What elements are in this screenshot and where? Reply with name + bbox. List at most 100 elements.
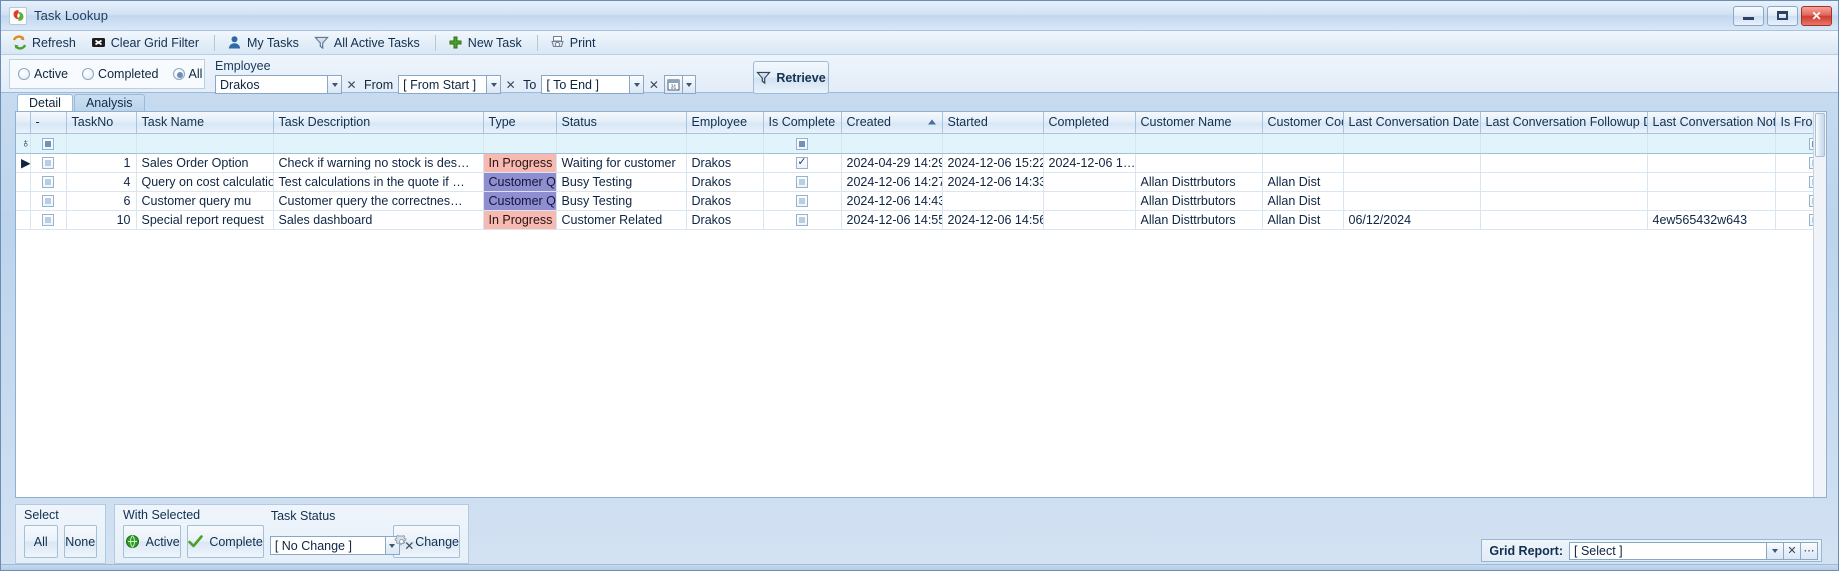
grid-header-rowcur[interactable]: [16, 112, 31, 134]
filter-cell-lastconvdate[interactable]: [1343, 133, 1481, 154]
cell-iscomplete-checkbox[interactable]: [796, 214, 808, 227]
grid-header-custcode[interactable]: Customer Code: [1262, 112, 1344, 134]
grid-header-started[interactable]: Started: [942, 112, 1044, 134]
filter-cell-taskdesc[interactable]: [273, 133, 484, 154]
grid-scrollbar-thumb[interactable]: [1815, 113, 1825, 157]
filter-cell-taskno[interactable]: [66, 133, 137, 154]
filter-checkbox-iscomplete[interactable]: [763, 133, 842, 154]
set-complete-button[interactable]: Complete: [187, 525, 264, 558]
table-row[interactable]: 4 Query on cost calculation Test calculati…: [16, 172, 1826, 192]
cell-iscomplete[interactable]: [763, 172, 842, 192]
radio-all[interactable]: All: [172, 67, 202, 81]
grid-header-lastconvnote[interactable]: Last Conversation Note: [1647, 112, 1776, 134]
toolbar-refresh[interactable]: Refresh: [7, 32, 84, 53]
calendar-icon[interactable]: 31: [664, 75, 684, 94]
set-active-button[interactable]: Active: [123, 525, 182, 558]
employee-input[interactable]: Drakos: [215, 75, 328, 94]
row-select-checkbox[interactable]: [30, 191, 67, 211]
filter-checkbox-sel[interactable]: [30, 133, 67, 154]
task-status-input[interactable]: [ No Change ]: [269, 536, 386, 555]
grid-header-lastconvfollow[interactable]: Last Conversation Followup Date: [1480, 112, 1648, 134]
filter-checkbox-iscomplete-box[interactable]: [796, 137, 808, 150]
employee-dropdown-button[interactable]: [328, 75, 342, 94]
tab-detail[interactable]: Detail: [17, 94, 73, 111]
filter-checkbox-sel-box[interactable]: [42, 137, 54, 150]
grid-header-taskdesc[interactable]: Task Description: [273, 112, 484, 134]
with-selected-caption: With Selected: [123, 508, 201, 522]
toolbar-clear-grid-filter[interactable]: Clear Grid Filter: [86, 32, 207, 53]
retrieve-button[interactable]: Retrieve: [753, 61, 829, 94]
filter-cell-status[interactable]: [556, 133, 687, 154]
filter-cell-lastconvnote[interactable]: [1647, 133, 1776, 154]
filter-cell-employee[interactable]: [686, 133, 764, 154]
grid-header-type[interactable]: Type: [483, 112, 557, 134]
cell-text-created: 2024-12-06 14:43: [846, 193, 942, 208]
maximize-button[interactable]: [1767, 5, 1798, 26]
to-date-clear-button[interactable]: ✕: [646, 75, 661, 94]
from-date-dropdown-button[interactable]: [487, 75, 502, 94]
row-select-checkbox[interactable]: [30, 153, 67, 173]
table-row[interactable]: 10 Special report request Sales dashboard I…: [16, 210, 1826, 230]
filter-cell-custname[interactable]: [1135, 133, 1263, 154]
toolbar-print[interactable]: Print: [545, 32, 604, 53]
grid-header-lastconvdate[interactable]: Last Conversation Date: [1343, 112, 1481, 134]
grid-header-label-sel: -: [35, 115, 40, 130]
grid-header-iscomplete[interactable]: Is Complete: [763, 112, 842, 134]
from-date-input[interactable]: [ From Start ]: [398, 75, 488, 94]
close-button[interactable]: ✕: [1801, 5, 1832, 26]
status-radio-group: Active Completed All: [9, 59, 205, 89]
row-select-checkbox-box[interactable]: [42, 176, 54, 189]
grid-header-completed[interactable]: Completed: [1043, 112, 1136, 134]
calendar-dropdown-button[interactable]: [683, 75, 697, 94]
radio-active[interactable]: Active: [18, 67, 68, 81]
filter-cell-completed[interactable]: [1043, 133, 1136, 154]
select-all-button[interactable]: All: [24, 525, 58, 558]
toolbar-separator-3: [536, 34, 538, 51]
employee-clear-button[interactable]: ✕: [344, 75, 359, 94]
grid-report-dropdown-button[interactable]: [1767, 541, 1784, 560]
toolbar-all-active-tasks[interactable]: All Active Tasks: [309, 32, 428, 53]
row-select-checkbox-box[interactable]: [42, 195, 54, 208]
grid-report-input[interactable]: [ Select ]: [1569, 541, 1767, 560]
toolbar-new-task[interactable]: New Task: [443, 32, 530, 53]
cell-iscomplete[interactable]: [763, 210, 842, 230]
table-row[interactable]: 6 Customer query mu Customer query the cor…: [16, 191, 1826, 211]
row-select-checkbox-box[interactable]: [42, 214, 54, 227]
tab-analysis[interactable]: Analysis: [73, 94, 145, 111]
cell-iscomplete-checkbox[interactable]: [796, 176, 808, 189]
grid-header-created[interactable]: Created: [841, 112, 943, 134]
row-select-checkbox-box[interactable]: [42, 157, 54, 170]
cell-iscomplete-checkbox[interactable]: [796, 195, 808, 208]
grid-header-sel[interactable]: -: [30, 112, 67, 134]
toolbar-my-tasks[interactable]: My Tasks: [222, 32, 307, 53]
select-none-button[interactable]: None: [63, 525, 97, 558]
row-indicator: ▶: [16, 153, 31, 173]
grid-header-employee[interactable]: Employee: [686, 112, 764, 134]
cell-iscomplete-checkbox[interactable]: [796, 155, 808, 170]
row-select-checkbox[interactable]: [30, 210, 67, 230]
filter-cell-created[interactable]: [841, 133, 943, 154]
grid-header-custname[interactable]: Customer Name: [1135, 112, 1263, 134]
from-date-clear-button[interactable]: ✕: [503, 75, 518, 94]
filter-cell-lastconvfollow[interactable]: [1480, 133, 1648, 154]
row-select-checkbox[interactable]: [30, 172, 67, 192]
filter-cell-taskname[interactable]: [136, 133, 274, 154]
grid-report-clear-button[interactable]: ✕: [1784, 541, 1801, 560]
grid-vertical-scrollbar[interactable]: [1813, 112, 1826, 497]
filter-cell-custcode[interactable]: [1262, 133, 1344, 154]
cell-iscomplete[interactable]: [763, 153, 842, 173]
filter-cell-started[interactable]: [942, 133, 1044, 154]
cell-iscomplete[interactable]: [763, 191, 842, 211]
grid-report-more-button[interactable]: ⋯: [1801, 541, 1818, 560]
filter-cell-type[interactable]: [483, 133, 557, 154]
to-date-dropdown-button[interactable]: [630, 75, 645, 94]
table-row[interactable]: ▶ 1 Sales Order Option Check if warning no …: [16, 153, 1826, 173]
minimize-button[interactable]: [1733, 5, 1764, 26]
to-date-input[interactable]: [ To End ]: [541, 75, 631, 94]
status-badge: Customer Q…: [483, 172, 555, 190]
grid-header-status[interactable]: Status: [556, 112, 687, 134]
radio-completed[interactable]: Completed: [82, 67, 159, 81]
grid-header-taskname[interactable]: Task Name: [136, 112, 274, 134]
grid-header-taskno[interactable]: TaskNo: [66, 112, 137, 134]
cell-text-custcode: Allan Dist: [1267, 212, 1321, 227]
